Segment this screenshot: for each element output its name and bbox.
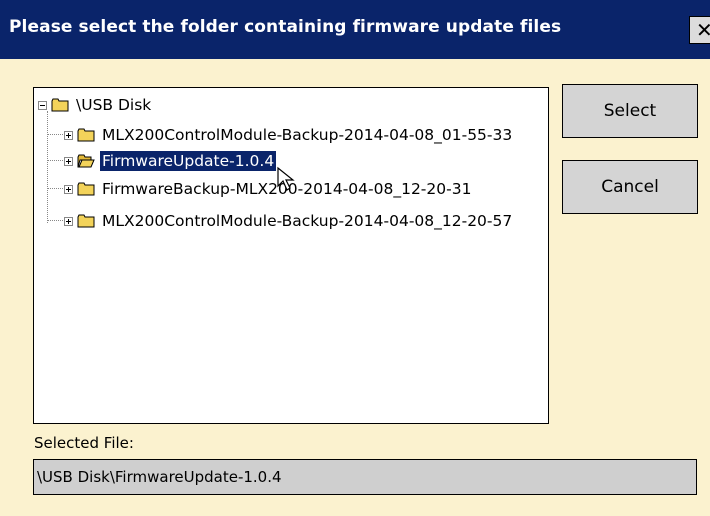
expand-icon[interactable]	[64, 216, 73, 226]
tree-item-label: FirmwareUpdate-1.0.4	[98, 150, 278, 172]
tree-item-selected[interactable]: FirmwareUpdate-1.0.4	[64, 150, 278, 172]
collapse-icon[interactable]	[38, 100, 47, 110]
tree-item[interactable]: MLX200ControlModule-Backup-2014-04-08_01…	[64, 124, 514, 146]
cancel-button[interactable]: Cancel	[562, 160, 698, 214]
tree-item-label: MLX200ControlModule-Backup-2014-04-08_01…	[102, 126, 513, 144]
tree-item-label: MLX200ControlModule-Backup-2014-04-08_12…	[102, 212, 513, 230]
tree-connector-line	[47, 160, 63, 161]
selected-file-label: Selected File:	[34, 434, 134, 452]
folder-icon	[51, 98, 69, 112]
tree-connector-line	[47, 220, 63, 221]
folder-tree[interactable]: \USB Disk MLX200ControlModule-Backup-201…	[33, 87, 549, 424]
folder-icon	[77, 214, 95, 228]
tree-item[interactable]: MLX200ControlModule-Backup-2014-04-08_12…	[64, 210, 514, 232]
close-icon: ✕	[696, 18, 710, 42]
tree-root-label: \USB Disk	[76, 96, 152, 114]
folder-icon	[77, 128, 95, 142]
folder-icon	[77, 182, 95, 196]
expand-icon[interactable]	[64, 156, 73, 166]
tree-connector-line	[47, 111, 48, 223]
expand-icon[interactable]	[64, 130, 73, 140]
folder-open-icon	[77, 154, 95, 168]
tree-connector-line	[47, 134, 63, 135]
tree-item[interactable]: FirmwareBackup-MLX200-2014-04-08_12-20-3…	[64, 178, 473, 200]
selected-file-field: \USB Disk\FirmwareUpdate-1.0.4	[33, 459, 697, 495]
select-button[interactable]: Select	[562, 84, 698, 138]
mouse-cursor-icon	[277, 166, 295, 191]
expand-icon[interactable]	[64, 184, 73, 194]
tree-connector-line	[47, 188, 63, 189]
tree-root-node[interactable]: \USB Disk	[38, 94, 153, 116]
title-bar: Please select the folder containing firm…	[0, 0, 710, 59]
close-button[interactable]: ✕	[689, 16, 710, 44]
window-title: Please select the folder containing firm…	[9, 17, 562, 37]
